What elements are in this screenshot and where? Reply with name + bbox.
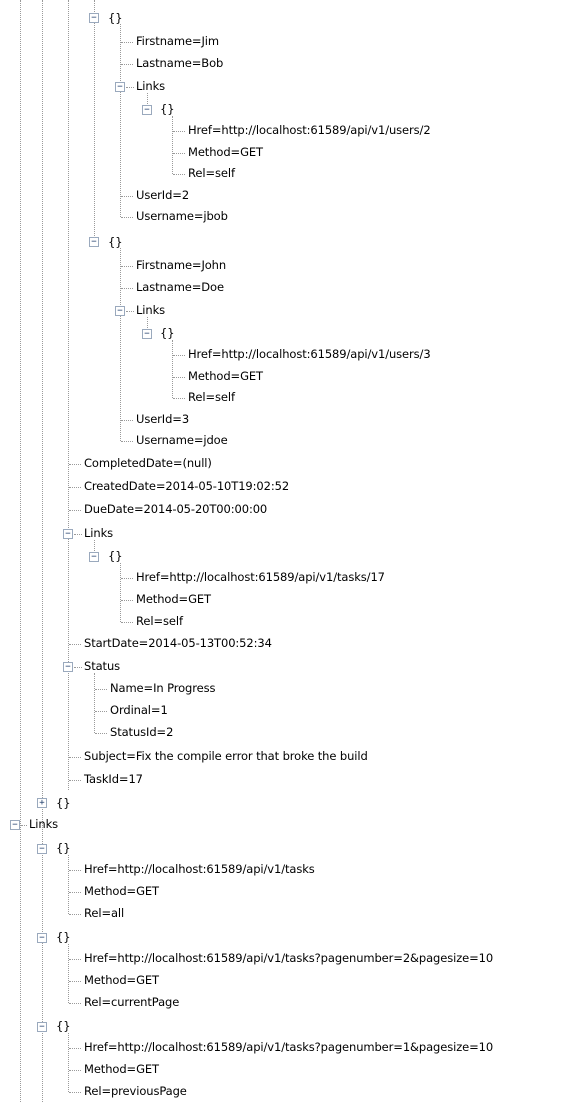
tree-item-lastname[interactable]: Lastname=Doe bbox=[136, 280, 224, 294]
tree-item-firstname[interactable]: Firstname=Jim bbox=[136, 34, 219, 48]
tree-item-lastname[interactable]: Lastname=Bob bbox=[136, 56, 223, 70]
tree-item-rel[interactable]: Rel=currentPage bbox=[84, 995, 179, 1009]
tree-item-href[interactable]: Href=http://localhost:61589/api/v1/tasks… bbox=[136, 570, 385, 584]
tree-item-href[interactable]: Href=http://localhost:61589/api/v1/tasks bbox=[84, 862, 315, 876]
object-node[interactable]: {} bbox=[160, 326, 175, 340]
tree-item-method[interactable]: Method=GET bbox=[188, 145, 263, 159]
expand-toggle-icon[interactable]: + bbox=[37, 798, 47, 808]
collapse-toggle-icon[interactable]: − bbox=[115, 82, 125, 92]
collapse-toggle-icon[interactable]: − bbox=[37, 933, 47, 943]
tree-item-status-name[interactable]: Name=In Progress bbox=[110, 681, 215, 695]
tree-item-links[interactable]: Links bbox=[29, 817, 58, 831]
collapse-toggle-icon[interactable]: − bbox=[89, 237, 99, 247]
object-node[interactable]: {} bbox=[160, 102, 175, 116]
tree-item-href[interactable]: Href=http://localhost:61589/api/v1/tasks… bbox=[84, 951, 493, 965]
tree-item-href[interactable]: Href=http://localhost:61589/api/v1/tasks… bbox=[84, 1040, 493, 1054]
object-node[interactable]: {} bbox=[56, 1019, 71, 1033]
tree-item-username[interactable]: Username=jdoe bbox=[136, 433, 228, 447]
tree-item-status[interactable]: Status bbox=[84, 659, 120, 673]
object-node[interactable]: {} bbox=[56, 841, 71, 855]
tree-item-userid[interactable]: UserId=2 bbox=[136, 188, 189, 202]
object-node[interactable]: {} bbox=[56, 796, 71, 810]
tree-item-links[interactable]: Links bbox=[136, 303, 165, 317]
tree-item-taskid[interactable]: TaskId=17 bbox=[84, 772, 143, 786]
collapse-toggle-icon[interactable]: − bbox=[115, 306, 125, 316]
tree-item-method[interactable]: Method=GET bbox=[136, 592, 211, 606]
tree-item-firstname[interactable]: Firstname=John bbox=[136, 258, 226, 272]
tree-item-method[interactable]: Method=GET bbox=[84, 973, 159, 987]
tree-item-startdate[interactable]: StartDate=2014-05-13T00:52:34 bbox=[84, 636, 272, 650]
tree-item-username[interactable]: Username=jbob bbox=[136, 209, 228, 223]
collapse-toggle-icon[interactable]: − bbox=[10, 820, 20, 830]
tree-item-userid[interactable]: UserId=3 bbox=[136, 412, 189, 426]
object-node[interactable]: {} bbox=[56, 930, 71, 944]
collapse-toggle-icon[interactable]: − bbox=[37, 844, 47, 854]
collapse-toggle-icon[interactable]: − bbox=[142, 329, 152, 339]
tree-item-rel[interactable]: Rel=previousPage bbox=[84, 1084, 187, 1098]
tree-item-duedate[interactable]: DueDate=2014-05-20T00:00:00 bbox=[84, 502, 267, 516]
object-node[interactable]: {} bbox=[108, 549, 123, 563]
collapse-toggle-icon[interactable]: − bbox=[63, 662, 73, 672]
tree-item-status-id[interactable]: StatusId=2 bbox=[110, 725, 173, 739]
object-node[interactable]: {} bbox=[108, 235, 123, 249]
tree-item-status-ordinal[interactable]: Ordinal=1 bbox=[110, 703, 168, 717]
collapse-toggle-icon[interactable]: − bbox=[37, 1022, 47, 1032]
tree-item-method[interactable]: Method=GET bbox=[188, 369, 263, 383]
tree-item-rel[interactable]: Rel=self bbox=[188, 390, 235, 404]
tree-view[interactable]: − {} Firstname=Jim Lastname=Bob − Links … bbox=[0, 0, 574, 1102]
tree-item-createddate[interactable]: CreatedDate=2014-05-10T19:02:52 bbox=[84, 479, 289, 493]
tree-item-method[interactable]: Method=GET bbox=[84, 884, 159, 898]
object-node[interactable]: {} bbox=[108, 11, 123, 25]
collapse-toggle-icon[interactable]: − bbox=[63, 529, 73, 539]
tree-item-links[interactable]: Links bbox=[84, 526, 113, 540]
tree-item-links[interactable]: Links bbox=[136, 79, 165, 93]
tree-item-rel[interactable]: Rel=self bbox=[136, 614, 183, 628]
tree-item-href[interactable]: Href=http://localhost:61589/api/v1/users… bbox=[188, 123, 431, 137]
tree-item-rel[interactable]: Rel=all bbox=[84, 906, 124, 920]
tree-item-rel[interactable]: Rel=self bbox=[188, 166, 235, 180]
collapse-toggle-icon[interactable]: − bbox=[89, 552, 99, 562]
collapse-toggle-icon[interactable]: − bbox=[89, 13, 99, 23]
tree-item-href[interactable]: Href=http://localhost:61589/api/v1/users… bbox=[188, 347, 431, 361]
tree-item-subject[interactable]: Subject=Fix the compile error that broke… bbox=[84, 749, 368, 763]
tree-item-completeddate[interactable]: CompletedDate=(null) bbox=[84, 456, 212, 470]
collapse-toggle-icon[interactable]: − bbox=[142, 105, 152, 115]
tree-item-method[interactable]: Method=GET bbox=[84, 1062, 159, 1076]
